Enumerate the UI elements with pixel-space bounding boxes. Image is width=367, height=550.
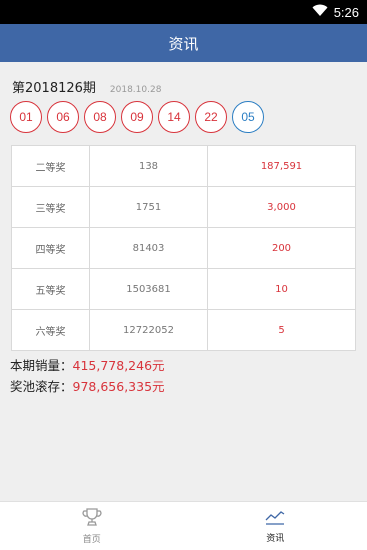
prize-winners: 1751 (89, 186, 208, 228)
page-title: 资讯 (168, 34, 199, 53)
pool-summary: 奖池滚存：978,656,335元 (10, 376, 165, 395)
prize-winners: 12722052 (89, 309, 208, 351)
sales-summary: 本期销量：415,778,246元 (10, 355, 165, 374)
table-row: 二等奖 138 187,591 (11, 145, 356, 187)
table-row: 六等奖 12722052 5 (11, 309, 356, 351)
draw-number: 第2018126期 (12, 81, 96, 96)
trend-chart-icon (264, 508, 286, 531)
red-ball: 08 (84, 101, 116, 133)
draw-header: 第2018126期 2018.10.28 (12, 77, 162, 96)
prize-amount: 10 (207, 268, 356, 310)
pool-value: 978,656,335元 (72, 379, 165, 394)
table-row: 四等奖 81403 200 (11, 227, 356, 269)
prize-amount: 3,000 (207, 186, 356, 228)
prize-level: 四等奖 (11, 227, 90, 269)
red-ball: 14 (158, 101, 190, 133)
status-time: 5:26 (333, 4, 359, 20)
prize-amount: 187,591 (207, 145, 356, 187)
wifi-icon (312, 4, 328, 20)
prize-level: 三等奖 (11, 186, 90, 228)
prize-winners: 138 (89, 145, 208, 187)
trophy-icon (82, 507, 102, 532)
winning-numbers: 01 06 08 09 14 22 05 (10, 101, 269, 133)
app-header: 资讯 (0, 24, 367, 62)
table-row: 三等奖 1751 3,000 (11, 186, 356, 228)
tab-news[interactable]: 资讯 (184, 502, 367, 550)
tab-home-label: 首页 (82, 535, 101, 545)
prize-level: 二等奖 (11, 145, 90, 187)
red-ball: 06 (47, 101, 79, 133)
red-ball: 09 (121, 101, 153, 133)
draw-date: 2018.10.28 (109, 85, 162, 95)
prize-amount: 200 (207, 227, 356, 269)
tab-news-label: 资讯 (266, 534, 285, 544)
prize-table: 二等奖 138 187,591 三等奖 1751 3,000 四等奖 81403… (11, 145, 356, 351)
prize-level: 五等奖 (11, 268, 90, 310)
table-row: 五等奖 1503681 10 (11, 268, 356, 310)
status-bar: 5:26 (0, 0, 367, 24)
prize-winners: 81403 (89, 227, 208, 269)
tab-home[interactable]: 首页 (0, 502, 184, 550)
prize-winners: 1503681 (89, 268, 208, 310)
prize-amount: 5 (207, 309, 356, 351)
pool-label: 奖池滚存： (10, 379, 73, 394)
red-ball: 22 (195, 101, 227, 133)
blue-ball: 05 (232, 101, 264, 133)
red-ball: 01 (10, 101, 42, 133)
prize-level: 六等奖 (11, 309, 90, 351)
sales-label: 本期销量： (10, 358, 73, 373)
bottom-tab-bar: 首页 资讯 (0, 501, 367, 550)
sales-value: 415,778,246元 (72, 358, 165, 373)
